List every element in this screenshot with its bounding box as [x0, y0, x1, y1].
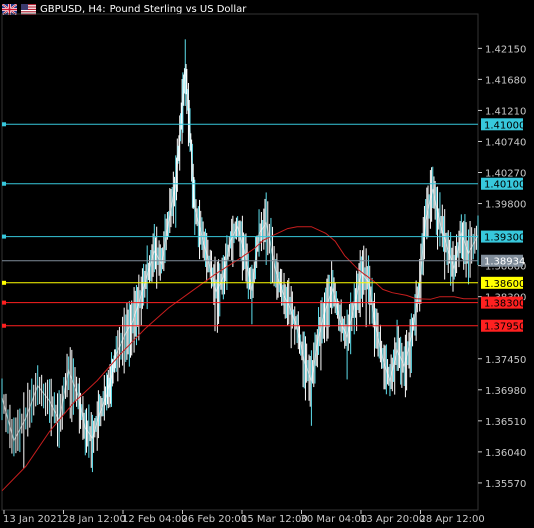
level-price-label: 1.41000: [484, 120, 525, 131]
x-tick-label: 28 Jan 12:00: [63, 514, 126, 525]
price-chart[interactable]: 1.421501.416801.412101.407401.402701.398…: [0, 0, 534, 528]
y-tick-label: 1.41210: [485, 106, 526, 117]
y-tick-label: 1.36510: [485, 417, 526, 428]
y-tick-label: 1.42150: [485, 44, 526, 55]
bid-price-label: 1.38934: [484, 257, 525, 268]
y-tick-label: 1.36980: [485, 386, 526, 397]
level-price-label: 1.39300: [484, 233, 525, 244]
x-tick-label: 26 Feb 20:00: [182, 514, 248, 525]
y-tick-label: 1.41680: [485, 75, 526, 86]
x-tick-label: 13 Apr 20:00: [360, 514, 425, 525]
level-handle: [2, 181, 6, 186]
y-tick-label: 1.40740: [485, 137, 526, 148]
level-price-label: 1.38600: [484, 279, 525, 290]
x-tick-label: 30 Mar 04:00: [301, 514, 368, 525]
level-price-label: 1.37950: [484, 322, 525, 333]
level-handle: [2, 234, 6, 239]
level-handle: [2, 300, 6, 305]
x-tick-label: 28 Apr 12:00: [420, 514, 485, 525]
y-tick-label: 1.37450: [485, 355, 526, 366]
level-handle: [2, 280, 6, 285]
level-price-label: 1.38300: [484, 299, 525, 310]
x-tick-label: 13 Jan 2021: [3, 514, 63, 525]
x-tick-label: 12 Feb 04:00: [122, 514, 188, 525]
y-tick-label: 1.39800: [485, 200, 526, 211]
level-price-label: 1.40100: [484, 180, 525, 191]
level-handle: [2, 323, 6, 328]
y-tick-label: 1.36040: [485, 448, 526, 459]
plot-frame: [1, 13, 479, 511]
level-handle: [2, 122, 6, 127]
price-bars: [1, 39, 479, 473]
y-tick-label: 1.35570: [485, 479, 526, 490]
x-tick-label: 15 Mar 12:00: [241, 514, 308, 525]
